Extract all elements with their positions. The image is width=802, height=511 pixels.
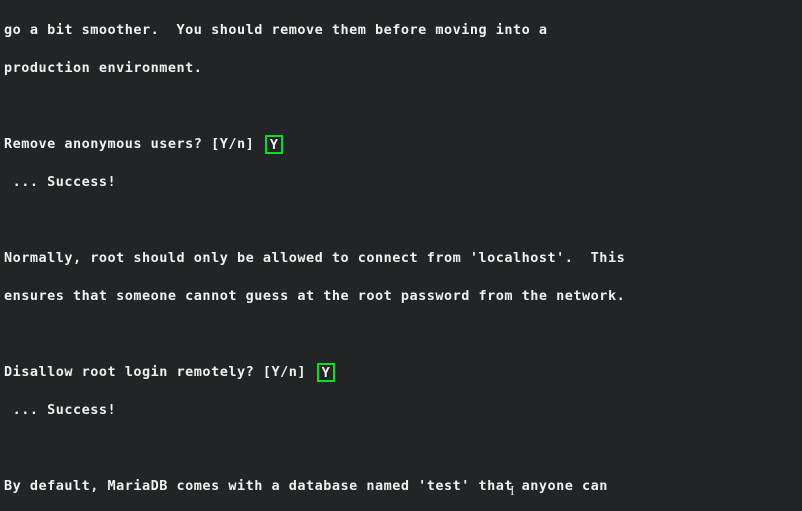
output-line: go a bit smoother. You should remove the… — [4, 21, 798, 40]
output-line: By default, MariaDB comes with a databas… — [4, 477, 798, 496]
prompt-line: Disallow root login remotely? [Y/n] Y — [4, 363, 798, 382]
blank-line — [4, 97, 798, 116]
user-answer-highlight: Y — [265, 135, 284, 154]
prompt-text: Disallow root login remotely? [Y/n] — [4, 364, 306, 380]
output-line: ensures that someone cannot guess at the… — [4, 287, 798, 306]
output-line: production environment. — [4, 59, 798, 78]
blank-line — [4, 325, 798, 344]
terminal-output[interactable]: go a bit smoother. You should remove the… — [0, 0, 802, 511]
blank-line — [4, 439, 798, 458]
output-line: Normally, root should only be allowed to… — [4, 249, 798, 268]
user-answer-highlight: Y — [317, 363, 336, 382]
prompt-line: Remove anonymous users? [Y/n] Y — [4, 135, 798, 154]
blank-line — [4, 211, 798, 230]
output-line: ... Success! — [4, 401, 798, 420]
prompt-text: Remove anonymous users? [Y/n] — [4, 136, 254, 152]
output-line: ... Success! — [4, 173, 798, 192]
